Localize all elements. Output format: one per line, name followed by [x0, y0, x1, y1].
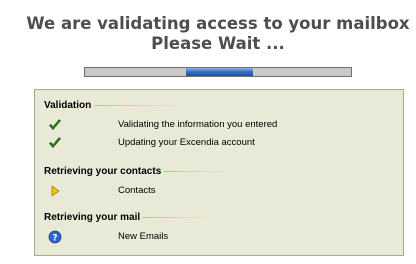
play-arrow-icon [51, 185, 60, 197]
checkmark-icon [49, 119, 61, 130]
list-item: Contacts [35, 184, 403, 198]
section-divider [164, 171, 231, 172]
item-label: Validating the information you entered [118, 119, 278, 130]
section-divider [143, 217, 210, 218]
checkmark-icon [49, 137, 61, 148]
section-validation: Validation [44, 100, 183, 111]
section-title: Validation [44, 100, 92, 111]
section-title: Retrieving your mail [44, 212, 141, 223]
list-item: ? New Emails [35, 230, 403, 244]
progress-bar [84, 67, 352, 77]
svg-text:?: ? [52, 233, 57, 243]
question-icon: ? [48, 230, 62, 244]
item-label: Contacts [118, 185, 156, 196]
list-item: Updating your Excendia account [35, 136, 403, 150]
list-item: Validating the information you entered [35, 118, 403, 132]
section-mail: Retrieving your mail [44, 212, 210, 223]
status-panel: Validation Validating the information yo… [34, 89, 404, 256]
section-divider [94, 105, 183, 106]
progress-bar-active-segment [186, 68, 253, 76]
page-header: We are validating access to your mailbox… [0, 14, 416, 54]
section-contacts: Retrieving your contacts [44, 166, 231, 177]
item-label: Updating your Excendia account [118, 137, 255, 148]
section-title: Retrieving your contacts [44, 166, 162, 177]
header-title: We are validating access to your mailbox [26, 14, 410, 33]
item-label: New Emails [118, 231, 169, 242]
header-subtitle: Please Wait ... [151, 34, 285, 53]
